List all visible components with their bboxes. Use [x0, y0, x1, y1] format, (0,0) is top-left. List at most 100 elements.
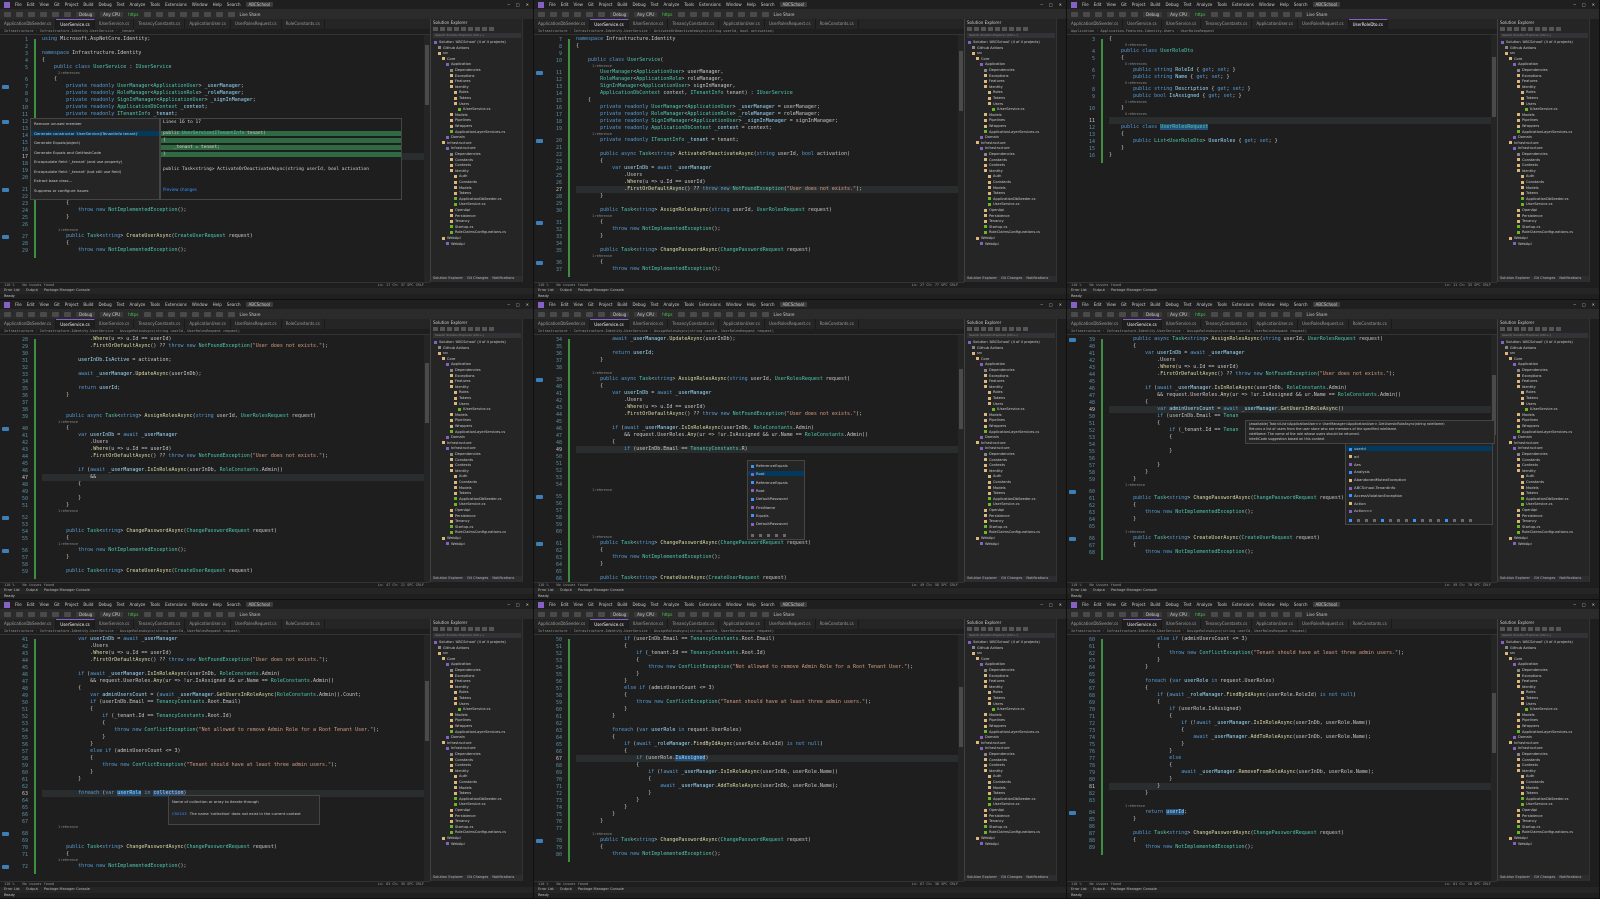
tree-node[interactable]: src: [1505, 651, 1515, 655]
code-editor[interactable]: .Where(u => u.Id == userId) .FirstOrDefa…: [42, 335, 424, 582]
menu-item[interactable]: Edit: [561, 302, 569, 307]
reference-marker-icon[interactable]: [1069, 338, 1076, 342]
minimize-icon[interactable]: ─: [1040, 2, 1042, 7]
tree-node[interactable]: Auth: [1521, 474, 1534, 478]
tree-node[interactable]: Persistence: [1517, 514, 1543, 518]
reference-marker-icon[interactable]: [2, 235, 9, 239]
tree-node[interactable]: Tokens: [988, 696, 1005, 700]
live-share-button[interactable]: Live Share: [240, 612, 261, 617]
toolbar-icon[interactable]: [1222, 311, 1230, 317]
completion-item[interactable]: ABCSchool.TenantInfo: [1349, 485, 1395, 490]
document-tab[interactable]: RoleConstants.cs: [816, 19, 859, 29]
reference-marker-icon[interactable]: [1069, 811, 1076, 815]
document-tab[interactable]: RoleConstants.cs: [816, 619, 859, 629]
completion-item[interactable]: ad: [1349, 454, 1359, 459]
document-tab[interactable]: UserRolesRequest.cs: [765, 319, 816, 329]
menu-item[interactable]: Analyze: [130, 302, 146, 307]
toolbar-icon[interactable]: [468, 27, 473, 31]
toolbar-icon[interactable]: [1549, 27, 1554, 31]
tree-node[interactable]: Startup.cs: [984, 225, 1007, 229]
tree-node[interactable]: RoleClaimsConfigurations.cs: [450, 830, 506, 834]
tree-node[interactable]: Wrappers: [984, 724, 1006, 728]
tree-node[interactable]: Identity: [1517, 85, 1536, 89]
toolbar-icon[interactable]: [447, 627, 452, 631]
toolbar-icon[interactable]: [1535, 627, 1540, 631]
menu-item[interactable]: Test: [1184, 302, 1192, 307]
toolbar-icon[interactable]: [1107, 611, 1114, 617]
toolbar-icon[interactable]: [28, 11, 35, 17]
toolbar-icon[interactable]: [1131, 311, 1138, 317]
panel-tab[interactable]: Solution Explorer: [433, 276, 463, 282]
toolbar-icon[interactable]: [179, 611, 187, 617]
document-tab[interactable]: TenancyConstants.cs: [134, 619, 186, 629]
toolbar-icon[interactable]: [749, 11, 757, 17]
toolbar-icon[interactable]: [143, 11, 151, 17]
quick-action-item[interactable]: Remove unused member: [34, 121, 82, 126]
toolbar-icon[interactable]: [598, 311, 605, 317]
toolbar-icon[interactable]: [1514, 327, 1519, 331]
toolbar-icon[interactable]: [4, 11, 11, 17]
panel-tab[interactable]: Solution Explorer: [967, 276, 997, 282]
minimize-icon[interactable]: ─: [1040, 602, 1042, 607]
toolbar-icon[interactable]: [489, 327, 494, 331]
tree-node[interactable]: src: [972, 651, 982, 655]
toolbar-icon[interactable]: [1507, 27, 1512, 31]
close-icon[interactable]: ✕: [526, 2, 529, 7]
toolbar-icon[interactable]: [447, 27, 452, 31]
platform-dropdown[interactable]: Any CPU: [634, 11, 658, 17]
tree-node[interactable]: Identity: [450, 769, 469, 773]
menu-item[interactable]: Test: [651, 302, 659, 307]
tree-node[interactable]: Identity: [984, 169, 1003, 173]
codelens-references[interactable]: 1 reference: [592, 832, 612, 836]
toolbar-icon[interactable]: [454, 327, 459, 331]
document-tab[interactable]: RoleConstants.cs: [282, 19, 325, 29]
tree-node[interactable]: Users: [988, 402, 1003, 406]
toolbar-icon[interactable]: [475, 327, 480, 331]
toolbar-icon[interactable]: [981, 27, 986, 31]
maximize-icon[interactable]: □: [516, 602, 520, 607]
completion-item[interactable]: Root: [748, 471, 804, 477]
tree-node[interactable]: Models: [1521, 186, 1539, 190]
tree-node[interactable]: Tenancy: [1517, 819, 1537, 823]
tree-node[interactable]: Application: [1513, 662, 1538, 666]
tree-node[interactable]: Contexts: [984, 463, 1005, 467]
tree-node[interactable]: Tokens: [454, 96, 471, 100]
menu-item[interactable]: File: [15, 302, 22, 307]
menu-item[interactable]: Tools: [150, 302, 160, 307]
tree-node[interactable]: Dependencies: [984, 368, 1015, 372]
tree-node[interactable]: RoleClaimsConfigurations.cs: [1517, 230, 1573, 234]
toolbar-icon[interactable]: [1294, 311, 1302, 317]
document-tab[interactable]: TenancyConstants.cs: [134, 19, 186, 29]
tree-node[interactable]: Dependencies: [1517, 152, 1548, 156]
tree-node[interactable]: Solution 'ABCSchool' (4 of 4 projects): [1501, 640, 1573, 644]
toolbar-icon[interactable]: [586, 611, 593, 617]
tree-node[interactable]: Auth: [454, 474, 467, 478]
tree-node[interactable]: Users: [1521, 702, 1536, 706]
close-icon[interactable]: ✕: [1059, 602, 1062, 607]
codelens-references[interactable]: 0 references: [1125, 112, 1147, 116]
filter-icon[interactable]: [1461, 519, 1464, 522]
tree-node[interactable]: Constants: [454, 480, 477, 484]
tree-node[interactable]: Startup.cs: [984, 525, 1007, 529]
tree-node[interactable]: Github Actions: [1505, 346, 1536, 350]
menu-item[interactable]: Extensions: [1232, 2, 1254, 7]
toolbar-icon[interactable]: [1500, 27, 1505, 31]
toolbar-icon[interactable]: [586, 11, 593, 17]
tree-node[interactable]: Infrastructure: [1509, 441, 1539, 445]
completion-item[interactable]: ReferenceEquals: [751, 463, 788, 468]
tree-node[interactable]: ApplicationDbSeeder.cs: [1521, 797, 1568, 801]
toolbar-icon[interactable]: [737, 611, 745, 617]
filter-icon[interactable]: [767, 534, 770, 537]
minimize-icon[interactable]: ─: [1573, 602, 1575, 607]
tree-node[interactable]: Startup.cs: [450, 825, 473, 829]
toolbar-icon[interactable]: [475, 27, 480, 31]
menu-item[interactable]: Tools: [1217, 2, 1227, 7]
codelens-references[interactable]: 1 reference: [1125, 804, 1145, 808]
filter-icon[interactable]: [1389, 519, 1392, 522]
tree-node[interactable]: Dependencies: [984, 668, 1015, 672]
menu-item[interactable]: Help: [213, 302, 222, 307]
document-tab[interactable]: ApplicationDbSeeder.cs: [534, 619, 591, 629]
tree-node[interactable]: Tokens: [1521, 791, 1538, 795]
menu-item[interactable]: Project: [599, 602, 613, 607]
tree-node[interactable]: Pipelines: [450, 118, 471, 122]
